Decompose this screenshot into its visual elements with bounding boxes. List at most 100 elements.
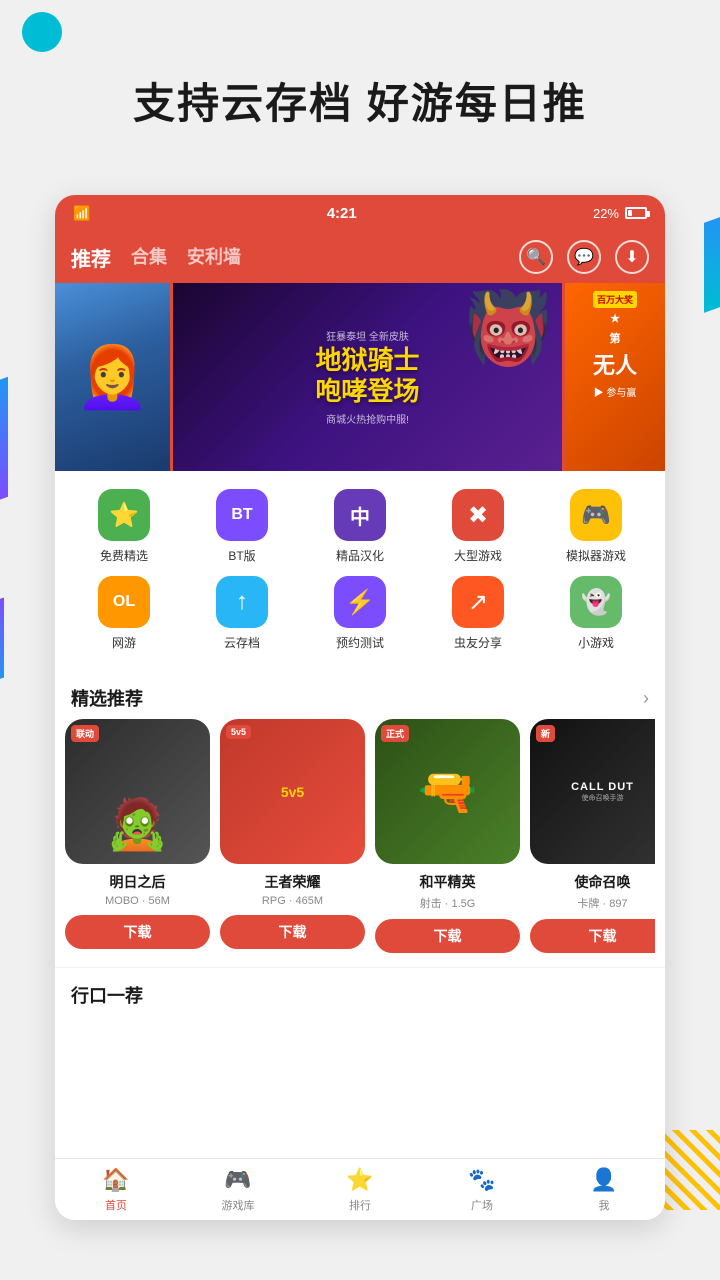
nav-bar: 推荐 合集 安利墙 🔍 💬 ⬇ (55, 231, 665, 283)
cat-reserve[interactable]: ⚡ 预约测试 (310, 576, 410, 651)
featured-section-header: 精选推荐 › (55, 673, 665, 719)
nav-tab-wall[interactable]: 安利墙 (187, 243, 241, 272)
bottom-nav-gamelibrary[interactable]: 🎮 游戏库 (177, 1167, 299, 1213)
featured-title: 精选推荐 (71, 685, 143, 711)
nav-tab-collection[interactable]: 合集 (131, 243, 167, 272)
ranking-icon: ⭐ (346, 1167, 373, 1193)
game-meta-shiming: 卡牌 · 897 (577, 895, 627, 911)
nav-icons: 🔍 💬 ⬇ (519, 240, 649, 274)
game-meta-wangzhe: RPG · 465M (262, 895, 323, 907)
cat-icon-cloud: ↑ (216, 576, 268, 628)
more-section-title: 行口一荐 (71, 986, 143, 1006)
cat-icon-large: ✖ (452, 489, 504, 541)
cat-bt[interactable]: BT BT版 (192, 489, 292, 564)
category-row-2: OL 网游 ↑ 云存档 ⚡ 预约测试 ↗ 虫友分享 👻 小游戏 (65, 576, 655, 651)
search-button[interactable]: 🔍 (519, 240, 553, 274)
bottom-nav-label-ranking: 排行 (349, 1197, 371, 1213)
gamelibrary-icon: 🎮 (224, 1167, 251, 1193)
cat-label-large: 大型游戏 (454, 547, 502, 564)
game-meta-heping: 射击 · 1.5G (420, 895, 476, 911)
game-badge-shiming: 新 (536, 725, 555, 742)
status-time: 4:21 (327, 205, 357, 222)
banner-left[interactable]: 👩‍🦰 (55, 283, 170, 471)
banner-area[interactable]: 👩‍🦰 👹 狂暴泰坦 全新皮肤 地狱骑士咆哮登场 商城火热抢购中服! 百万大奖 … (55, 283, 665, 471)
featured-arrow[interactable]: › (643, 688, 649, 709)
cat-cloud[interactable]: ↑ 云存档 (192, 576, 292, 651)
cat-icon-share: ↗ (452, 576, 504, 628)
wifi-icon: 📶 (73, 205, 90, 222)
game-thumb-wangzhe: 5v5 5v5 (220, 719, 365, 864)
cat-icon-bt: BT (216, 489, 268, 541)
cat-large[interactable]: ✖ 大型游戏 (428, 489, 528, 564)
status-right: 22% (593, 206, 647, 221)
message-button[interactable]: 💬 (567, 240, 601, 274)
game-meta-mingri: MOBO · 56M (105, 895, 170, 907)
game-thumb-heping: 🔫 正式 (375, 719, 520, 864)
phone-mockup: 📶 4:21 22% 推荐 合集 安利墙 🔍 💬 ⬇ 👩‍🦰 👹 (55, 195, 665, 1220)
cat-label-cloud: 云存档 (224, 634, 260, 651)
bg-stripe-blue2 (0, 597, 4, 682)
bg-stripe-blue (0, 377, 8, 504)
nav-tabs: 推荐 合集 安利墙 (71, 243, 519, 272)
banner-subtitle: 商城火热抢购中服! (315, 411, 419, 426)
cat-icon-chinese: 中 (334, 489, 386, 541)
cat-online[interactable]: OL 网游 (74, 576, 174, 651)
bg-circle-decoration (22, 12, 62, 52)
game-card-wangzhe[interactable]: 5v5 5v5 王者荣耀 RPG · 465M 下载 (220, 719, 365, 953)
bottom-nav-label-gamelibrary: 游戏库 (222, 1197, 255, 1213)
bottom-nav-ranking[interactable]: ⭐ 排行 (299, 1167, 421, 1213)
download-btn-shiming[interactable]: 下载 (530, 919, 655, 953)
cat-label-share: 虫友分享 (454, 634, 502, 651)
battery-icon (625, 207, 647, 219)
home-icon: 🏠 (102, 1167, 129, 1193)
download-btn-mingri[interactable]: 下载 (65, 915, 210, 949)
cat-label-chinese: 精品汉化 (336, 547, 384, 564)
cat-icon-free: ⭐ (98, 489, 150, 541)
cat-chinese[interactable]: 中 精品汉化 (310, 489, 410, 564)
cat-emulator[interactable]: 🎮 模拟器游戏 (546, 489, 646, 564)
game-image-wangzhe: 5v5 (220, 719, 365, 864)
game-card-heping[interactable]: 🔫 正式 和平精英 射击 · 1.5G 下载 (375, 719, 520, 953)
banner-right-content: 百万大奖 ★ 第 无人 ▶ 参与赢 (565, 283, 665, 407)
bg-stripe-right (704, 217, 720, 313)
banner-monster: 👹 (465, 288, 552, 370)
cat-label-free: 免费精选 (100, 547, 148, 564)
banner-center[interactable]: 👹 狂暴泰坦 全新皮肤 地狱骑士咆哮登场 商城火热抢购中服! (173, 283, 562, 471)
cat-label-mini: 小游戏 (578, 634, 614, 651)
categories-section: ⭐ 免费精选 BT BT版 中 精品汉化 ✖ 大型游戏 🎮 模拟器游戏 OL (55, 471, 665, 673)
bottom-nav-me[interactable]: 👤 我 (543, 1167, 665, 1213)
cat-mini[interactable]: 👻 小游戏 (546, 576, 646, 651)
game-badge-wangzhe: 5v5 (226, 725, 251, 739)
game-name-shiming: 使命召唤 (575, 872, 631, 892)
game-badge-mingri: 联动 (71, 725, 99, 742)
cat-share[interactable]: ↗ 虫友分享 (428, 576, 528, 651)
cat-icon-mini: 👻 (570, 576, 622, 628)
cat-label-emulator: 模拟器游戏 (566, 547, 626, 564)
bottom-nav-label-home: 首页 (105, 1197, 127, 1213)
banner-right[interactable]: 百万大奖 ★ 第 无人 ▶ 参与赢 (565, 283, 665, 471)
game-card-shiming[interactable]: CALL DUT 使命召唤手游 新 使命召唤 卡牌 · 897 下载 (530, 719, 655, 953)
game-name-mingri: 明日之后 (110, 872, 166, 892)
bottom-nav-label-me: 我 (599, 1197, 610, 1213)
bottom-nav-home[interactable]: 🏠 首页 (55, 1167, 177, 1213)
download-btn-heping[interactable]: 下载 (375, 919, 520, 953)
battery-percentage: 22% (593, 206, 619, 221)
game-cards: 🧟 联动 明日之后 MOBO · 56M 下载 5v5 5v5 王者荣耀 RPG… (65, 719, 655, 953)
cat-icon-emulator: 🎮 (570, 489, 622, 541)
bottom-nav-plaza[interactable]: 🐾 广场 (421, 1167, 543, 1213)
nav-tab-recommend[interactable]: 推荐 (71, 243, 111, 272)
download-btn-wangzhe[interactable]: 下载 (220, 915, 365, 949)
cat-label-online: 网游 (112, 634, 136, 651)
banner-center-text: 狂暴泰坦 全新皮肤 地狱骑士咆哮登场 商城火热抢购中服! (315, 328, 419, 426)
game-thumb-mingri: 🧟 联动 (65, 719, 210, 864)
me-icon: 👤 (590, 1167, 617, 1193)
cat-free[interactable]: ⭐ 免费精选 (74, 489, 174, 564)
download-button[interactable]: ⬇ (615, 240, 649, 274)
plaza-icon: 🐾 (468, 1167, 495, 1193)
more-section-hint: 行口一荐 (55, 967, 665, 1014)
game-card-mingri[interactable]: 🧟 联动 明日之后 MOBO · 56M 下载 (65, 719, 210, 953)
game-name-heping: 和平精英 (420, 872, 476, 892)
status-bar: 📶 4:21 22% (55, 195, 665, 231)
banner-left-image: 👩‍🦰 (55, 283, 170, 471)
cat-icon-reserve: ⚡ (334, 576, 386, 628)
